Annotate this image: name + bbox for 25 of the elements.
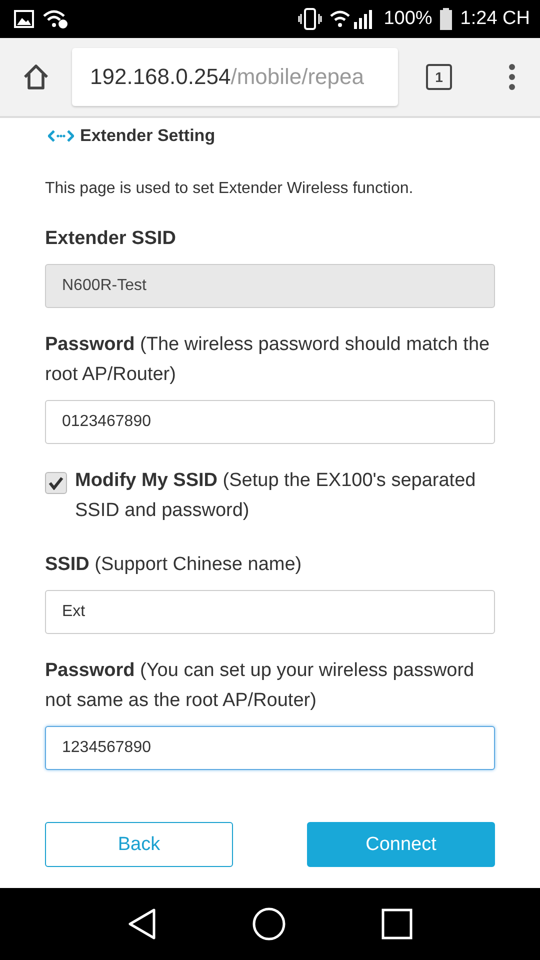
recents-icon[interactable] (380, 908, 413, 940)
menu-icon[interactable] (508, 64, 516, 90)
page-title: Extender Setting (80, 126, 216, 146)
link-arrows-icon (48, 129, 74, 143)
field-label: SSID (Support Chinese name) (45, 553, 303, 577)
address-bar[interactable]: 192.168.0.254/mobile/repea (72, 48, 398, 106)
battery-percent: 100% (384, 8, 432, 30)
wifi-icon (42, 9, 68, 29)
back-icon[interactable] (127, 908, 158, 940)
clock: 1:24 CH (460, 8, 530, 30)
image-icon (14, 10, 34, 28)
tab-count-button[interactable]: 1 (426, 64, 452, 90)
home-circle-icon[interactable] (252, 907, 286, 941)
battery-icon (440, 8, 452, 30)
input-field[interactable]: Ext (45, 590, 495, 634)
vibrate-icon (298, 8, 322, 30)
field-label: Password (You can set up your wireless password not same as the root AP/Router) (45, 659, 476, 713)
checkbox-label: Modify My SSID (Setup the EX100's separated SSID and password) (75, 469, 477, 523)
home-icon[interactable] (22, 63, 50, 91)
input-field[interactable]: 0123467890 (45, 400, 495, 444)
description: This page is used to set Extender Wireless function. (45, 180, 414, 198)
field-label: Password (The wireless password should match the root AP/Router) (45, 333, 491, 387)
field-label: Extender SSID (45, 227, 177, 251)
checkbox[interactable] (45, 472, 67, 494)
input-field[interactable]: 1234567890 (45, 726, 495, 770)
